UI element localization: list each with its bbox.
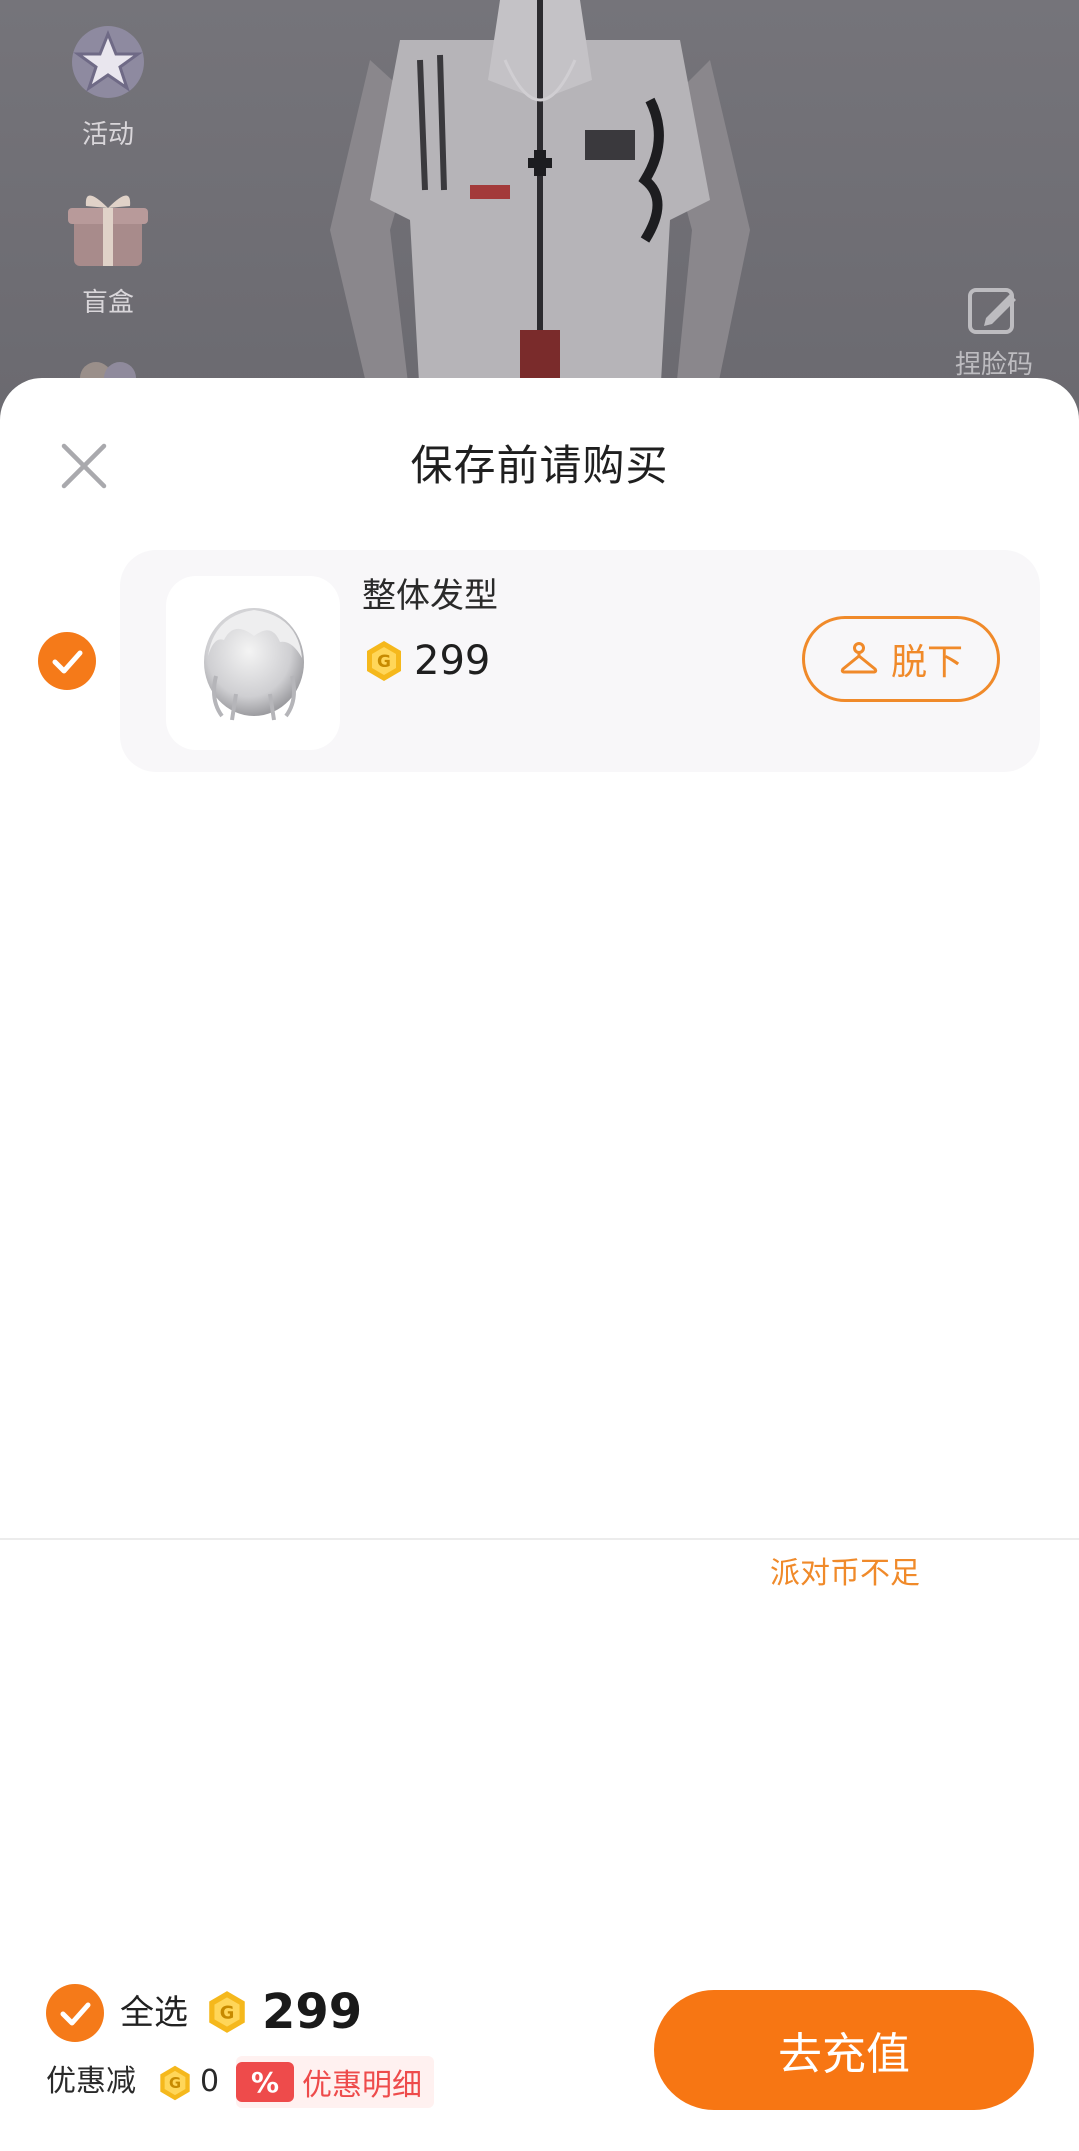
discount-detail-label: 优惠明细 <box>302 2068 422 2103</box>
take-off-button[interactable]: 脱下 <box>802 616 1000 702</box>
side-entry-activity[interactable]: 活动 <box>40 10 176 151</box>
party-coin-icon: G <box>160 2065 190 2101</box>
cart-item-card[interactable]: 整体发型 G 299 脱下 <box>120 550 1040 772</box>
discount-value: 0 <box>200 2064 220 2099</box>
total-price: 299 <box>262 1984 363 2040</box>
party-coin-icon: G <box>367 641 401 681</box>
insufficient-coins-notice: 派对币不足 <box>770 1556 920 1591</box>
checkmark-icon <box>60 2002 91 2026</box>
discount-label: 优惠减 <box>46 2064 136 2099</box>
edit-code-icon <box>968 288 1016 334</box>
discount-detail-button[interactable]: % 优惠明细 <box>236 2056 434 2108</box>
percent-tag-icon: % <box>236 2062 294 2102</box>
side-entry-label: 活动 <box>81 120 134 150</box>
party-coin-icon: G <box>209 1991 245 2033</box>
face-code-label: 捏脸码 <box>954 350 1033 380</box>
side-entry-label: 盲盒 <box>81 288 134 318</box>
avatar-figure <box>330 0 750 400</box>
svg-text:G: G <box>169 2075 181 2092</box>
white-hair-thumbnail <box>204 608 304 721</box>
item-thumbnail <box>166 576 340 750</box>
select-all-checkbox[interactable] <box>46 1984 104 2042</box>
checkmark-icon <box>52 650 83 674</box>
purchase-sheet: 保存前请购买 整体发型 G 299 脱下 <box>0 378 1079 2151</box>
recharge-button[interactable]: 去充值 <box>654 1990 1034 2110</box>
sheet-title: 保存前请购买 <box>410 441 669 490</box>
side-entry-blind-box[interactable]: 盲盒 <box>40 178 176 319</box>
face-code-button[interactable]: 捏脸码 <box>929 282 1059 381</box>
footer-divider <box>0 1538 1079 1540</box>
take-off-label: 脱下 <box>890 641 963 682</box>
item-name: 整体发型 <box>362 576 498 616</box>
avatar-scene-background: 活动 盲盒 捏脸码 <box>0 0 1079 400</box>
item-select-checkbox[interactable] <box>38 632 96 690</box>
svg-text:G: G <box>377 652 391 672</box>
item-price: G 299 <box>362 634 490 688</box>
select-all-label: 全选 <box>120 1993 188 2033</box>
hanger-icon <box>840 642 878 674</box>
svg-text:G: G <box>220 2003 235 2023</box>
star-badge-icon <box>72 26 144 98</box>
item-price-value: 299 <box>414 638 491 684</box>
gift-box-icon <box>68 195 148 266</box>
